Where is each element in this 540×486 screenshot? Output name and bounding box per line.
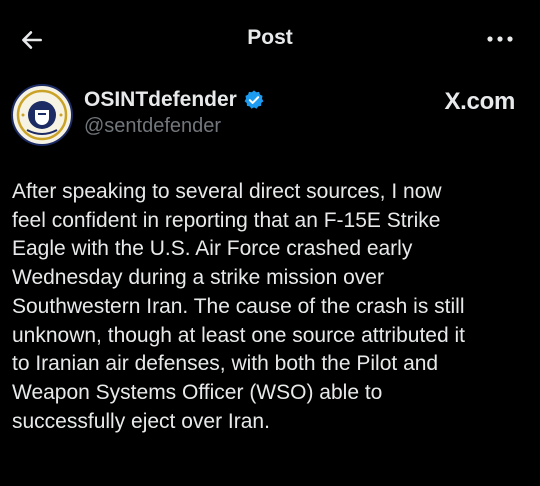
top-bar: Post	[0, 0, 540, 78]
profile-logo-icon	[15, 88, 69, 142]
author-name-row[interactable]: OSINTdefender	[84, 88, 265, 112]
avatar[interactable]	[11, 84, 73, 146]
author-handle[interactable]: @sentdefender	[84, 115, 221, 138]
page-title: Post	[247, 26, 293, 49]
source-label: X.com	[444, 88, 515, 115]
verified-badge-icon	[244, 90, 264, 109]
post-text: After speaking to several direct sources…	[12, 180, 465, 433]
author-display-name[interactable]: OSINTdefender	[84, 88, 237, 112]
more-options-button[interactable]	[482, 27, 518, 51]
more-horizontal-icon	[487, 36, 513, 42]
